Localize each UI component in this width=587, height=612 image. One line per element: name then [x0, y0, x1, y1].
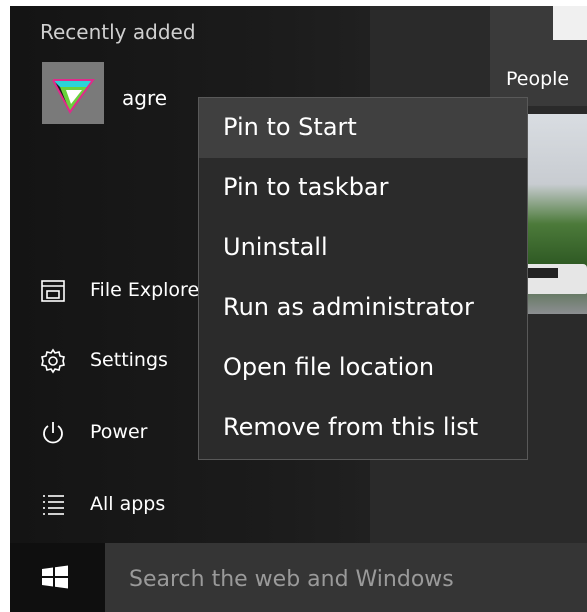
photo-van-window	[528, 268, 558, 278]
nav-label: Power	[90, 421, 148, 443]
menu-item-label: Pin to taskbar	[223, 173, 389, 201]
context-menu: Pin to Start Pin to taskbar Uninstall Ru…	[198, 97, 528, 460]
file-explorer-icon	[40, 278, 66, 304]
settings-gear-icon	[40, 348, 66, 374]
people-tile-label: People	[506, 68, 570, 90]
people-tile[interactable]: People	[490, 6, 587, 106]
nav-all-apps[interactable]: All apps	[40, 485, 280, 525]
all-apps-list-icon	[40, 492, 66, 518]
menu-item-run-as-administrator[interactable]: Run as administrator	[199, 278, 527, 338]
power-icon	[40, 420, 66, 446]
menu-item-remove-from-list[interactable]: Remove from this list	[199, 398, 527, 458]
menu-item-label: Run as administrator	[223, 293, 474, 321]
menu-item-pin-to-start[interactable]: Pin to Start	[199, 98, 527, 158]
menu-item-label: Pin to Start	[223, 113, 357, 141]
recent-app-label: agre	[122, 86, 168, 110]
nav-label: Settings	[90, 349, 168, 371]
menu-item-label: Remove from this list	[223, 413, 479, 441]
recent-app-agre[interactable]: agre	[42, 62, 202, 126]
nav-label: All apps	[90, 493, 166, 515]
search-box[interactable]: Search the web and Windows	[105, 543, 587, 612]
agre-app-icon	[42, 62, 104, 124]
recently-added-heading: Recently added	[40, 20, 196, 44]
menu-item-label: Uninstall	[223, 233, 328, 261]
menu-item-open-file-location[interactable]: Open file location	[199, 338, 527, 398]
start-button[interactable]	[10, 543, 105, 612]
taskbar: Search the web and Windows	[10, 543, 587, 612]
menu-item-uninstall[interactable]: Uninstall	[199, 218, 527, 278]
menu-item-pin-to-taskbar[interactable]: Pin to taskbar	[199, 158, 527, 218]
nav-label: File Explorer	[90, 279, 207, 301]
windows-logo-icon	[42, 565, 68, 589]
people-tile-badge	[553, 6, 587, 40]
menu-item-label: Open file location	[223, 353, 435, 381]
search-placeholder[interactable]: Search the web and Windows	[129, 567, 454, 592]
